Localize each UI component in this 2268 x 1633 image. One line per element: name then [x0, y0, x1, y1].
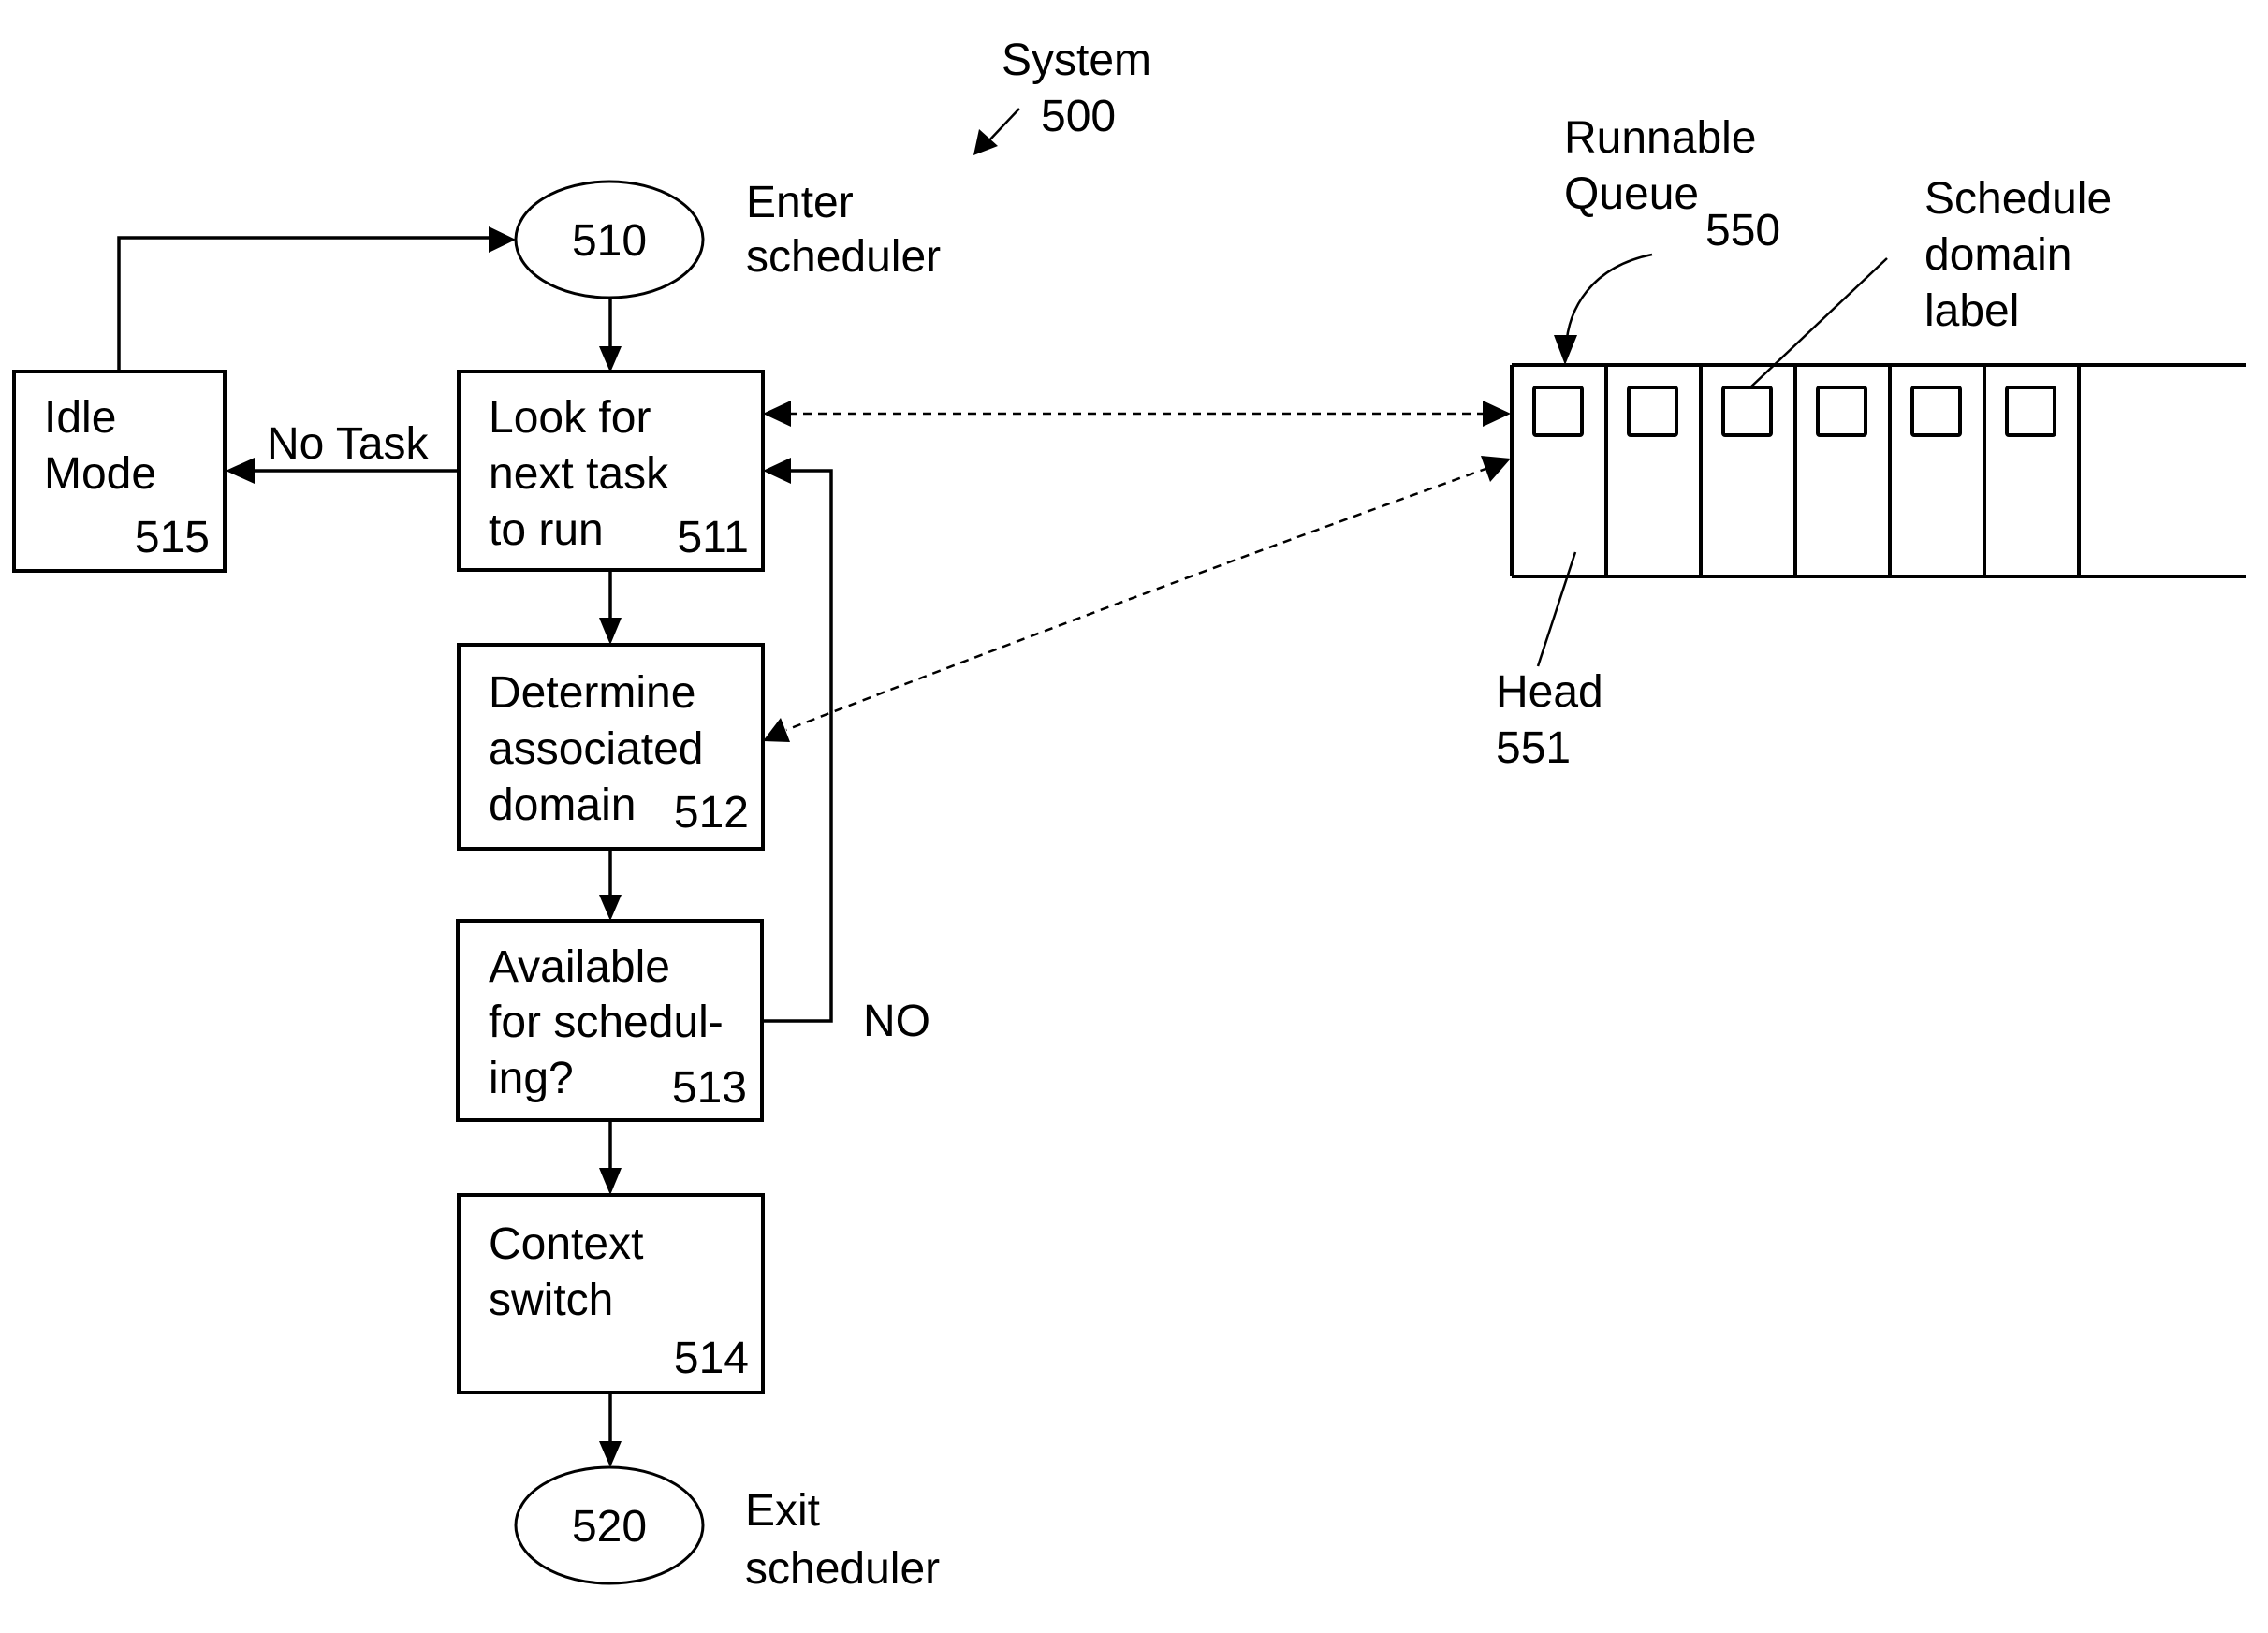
- determine-domain-line-2: associated: [489, 724, 703, 774]
- idle-mode-line-1: Idle: [44, 393, 116, 443]
- idle-mode-node: Idle Mode 515: [12, 370, 227, 573]
- domain-label-pointer: [1749, 257, 1888, 388]
- system-label-group: System 500: [973, 36, 1151, 155]
- dashed-link-512-queue: [785, 466, 1489, 732]
- look-for-task-line-2: next task: [489, 449, 669, 499]
- enter-scheduler-node: 510 Enter scheduler: [514, 178, 941, 299]
- arrowhead-icon: [599, 1441, 622, 1467]
- domain-label-line-3: label: [1924, 286, 2019, 336]
- determine-domain-line-3: domain: [489, 780, 636, 830]
- enter-caption-line-2: scheduler: [746, 232, 941, 282]
- enter-caption-line-1: Enter: [746, 178, 854, 227]
- context-switch-number: 514: [674, 1334, 749, 1383]
- system-label: System: [1002, 36, 1151, 85]
- domain-label-line-2: domain: [1924, 230, 2071, 280]
- schedule-domain-label-box: [1910, 386, 1962, 437]
- scheduler-flow-diagram: System 500 510 Enter scheduler Look for …: [12, 36, 2246, 1594]
- determine-domain-node: Determine associated domain 512: [457, 643, 765, 851]
- look-for-task-node: Look for next task to run 511: [457, 370, 765, 572]
- edge-no-loop: [762, 469, 833, 1023]
- available-number: 513: [672, 1063, 747, 1113]
- schedule-domain-label-box: [1816, 386, 1867, 437]
- schedule-domain-label-box: [2005, 386, 2056, 437]
- idle-mode-number: 515: [135, 513, 210, 562]
- runnable-queue: [1510, 363, 2246, 578]
- head-pointer: [1536, 551, 1577, 667]
- context-switch-line-1: Context: [489, 1219, 643, 1269]
- no-task-label: No Task: [267, 419, 430, 469]
- arrowhead-icon: [599, 618, 622, 645]
- enter-number: 510: [572, 216, 647, 266]
- arrowhead-icon: [1483, 401, 1511, 427]
- exit-caption-line-1: Exit: [745, 1486, 820, 1536]
- arrowhead-icon: [763, 718, 790, 742]
- look-for-task-line-3: to run: [489, 505, 604, 555]
- arrowhead-icon: [226, 458, 255, 484]
- queue-pointer-arrowhead-icon: [1554, 335, 1577, 365]
- queue-title-line-1: Runnable: [1564, 113, 1757, 163]
- context-switch-node: Context switch 514: [457, 1193, 765, 1394]
- system-pointer-arrowhead-icon: [973, 129, 998, 155]
- available-line-3: ing?: [489, 1054, 574, 1103]
- context-switch-line-2: switch: [489, 1276, 613, 1325]
- arrowhead-icon: [599, 895, 622, 921]
- determine-domain-number: 512: [674, 788, 749, 838]
- arrowhead-icon: [599, 346, 622, 372]
- idle-mode-line-2: Mode: [44, 449, 156, 499]
- exit-number: 520: [572, 1502, 647, 1552]
- queue-pointer-curve: [1564, 253, 1653, 349]
- schedule-domain-label-box: [1532, 386, 1584, 437]
- head-label: Head: [1496, 667, 1603, 717]
- available-line-1: Available: [489, 942, 670, 992]
- edge-idle-to-enter: [117, 236, 491, 372]
- no-label: NO: [863, 997, 930, 1046]
- arrowhead-icon: [763, 401, 791, 427]
- domain-label-line-1: Schedule: [1924, 174, 2112, 224]
- system-pointer-line: [987, 108, 1020, 143]
- exit-scheduler-node: 520 Exit scheduler: [514, 1465, 940, 1594]
- look-for-task-number: 511: [677, 513, 749, 562]
- schedule-domain-label-box: [1627, 386, 1678, 437]
- arrowhead-icon: [489, 226, 516, 253]
- look-for-task-line-1: Look for: [489, 393, 651, 443]
- queue-number: 550: [1705, 206, 1780, 255]
- available-node: Available for schedul- ing? 513: [456, 919, 764, 1122]
- exit-caption-line-2: scheduler: [745, 1544, 940, 1594]
- determine-domain-line-1: Determine: [489, 668, 695, 718]
- queue-title-line-2: Queue: [1564, 169, 1699, 219]
- schedule-domain-label-box: [1721, 386, 1773, 437]
- arrowhead-icon: [599, 1168, 622, 1195]
- arrowhead-icon: [763, 458, 791, 484]
- available-line-2: for schedul-: [489, 998, 724, 1047]
- system-number: 500: [1041, 92, 1116, 141]
- head-number: 551: [1496, 723, 1571, 773]
